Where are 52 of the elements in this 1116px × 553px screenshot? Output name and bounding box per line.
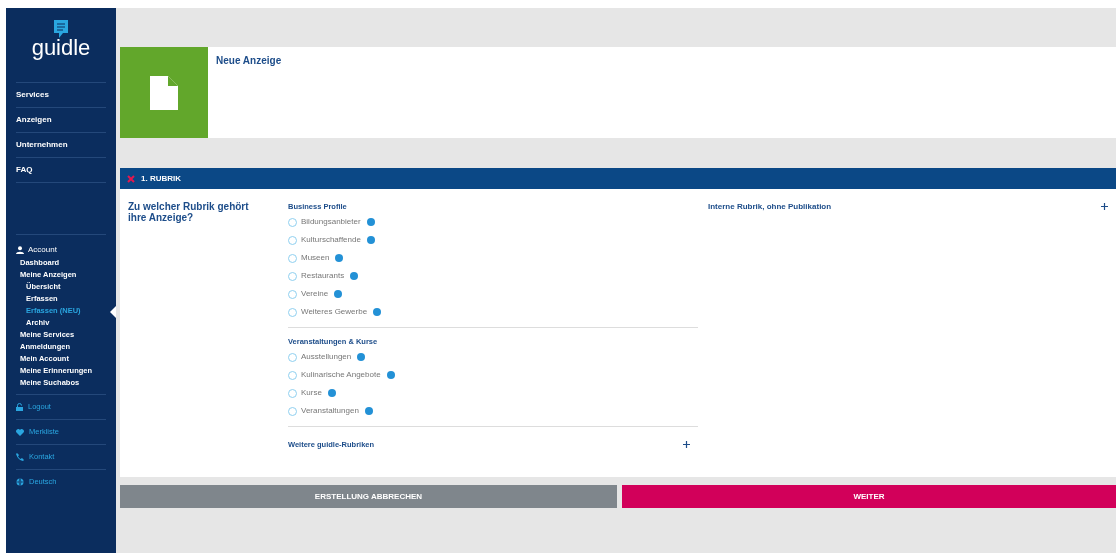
- radio-button[interactable]: [288, 352, 297, 362]
- option-label[interactable]: Kurse: [301, 387, 322, 399]
- user-icon: [16, 246, 24, 254]
- option-label[interactable]: Museen: [301, 252, 330, 264]
- radio-button[interactable]: [288, 406, 297, 416]
- nav-link[interactable]: Unternehmen: [16, 139, 68, 151]
- logo-text[interactable]: guidle: [31, 36, 91, 60]
- option-label[interactable]: Veranstaltungen: [301, 405, 359, 417]
- expand-icon[interactable]: [683, 441, 690, 449]
- heart-icon: [16, 428, 24, 436]
- phone-icon: [16, 453, 24, 461]
- nav-link[interactable]: Services: [16, 89, 49, 101]
- nav-link[interactable]: FAQ: [16, 164, 33, 176]
- option-label[interactable]: Kulinarische Angebote: [301, 369, 381, 381]
- option-label[interactable]: Vereine: [301, 288, 329, 300]
- section-title: 1. RUBRIK: [141, 172, 181, 185]
- close-icon[interactable]: [127, 174, 135, 183]
- radio-button[interactable]: [288, 307, 297, 317]
- info-icon[interactable]: [334, 290, 343, 298]
- logo-icon: [54, 20, 68, 38]
- radio-button[interactable]: [288, 370, 297, 380]
- info-icon[interactable]: [335, 254, 344, 262]
- info-icon[interactable]: [366, 218, 375, 226]
- info-icon[interactable]: [350, 272, 359, 280]
- group-title[interactable]: Interne Rubrik, ohne Publikation: [708, 201, 832, 477]
- nav-link[interactable]: Account: [28, 244, 57, 256]
- radio-button[interactable]: [288, 388, 297, 398]
- option-label[interactable]: Weiteres Gewerbe: [301, 306, 368, 318]
- question-text: Zu welcher Rubrik gehört ihre Anzeige?: [127, 201, 250, 225]
- option-label[interactable]: Kulturschaffende: [301, 234, 361, 246]
- option-label[interactable]: Ausstellungen: [301, 351, 352, 363]
- radio-button[interactable]: [288, 217, 297, 227]
- page-title: Neue Anzeige: [215, 54, 282, 68]
- radio-button[interactable]: [288, 271, 297, 281]
- info-icon[interactable]: [373, 308, 382, 316]
- globe-icon: [16, 478, 24, 486]
- info-icon[interactable]: [366, 236, 375, 244]
- radio-button[interactable]: [288, 289, 297, 299]
- next-button[interactable]: WEITER: [622, 485, 1116, 508]
- radio-button[interactable]: [288, 235, 297, 245]
- info-icon[interactable]: [386, 371, 395, 379]
- document-icon: [150, 75, 178, 110]
- nav-link[interactable]: Anzeigen: [16, 114, 52, 126]
- info-icon[interactable]: [327, 389, 336, 397]
- expand-icon[interactable]: [1101, 203, 1108, 210]
- option-label[interactable]: Restaurants: [301, 270, 345, 282]
- option-label[interactable]: Bildungsanbieter: [301, 216, 361, 228]
- info-icon[interactable]: [357, 353, 366, 361]
- cancel-button[interactable]: ERSTELLUNG ABBRECHEN: [120, 485, 617, 508]
- lock-icon: [16, 403, 23, 411]
- radio-button[interactable]: [288, 253, 297, 263]
- info-icon[interactable]: [364, 407, 373, 415]
